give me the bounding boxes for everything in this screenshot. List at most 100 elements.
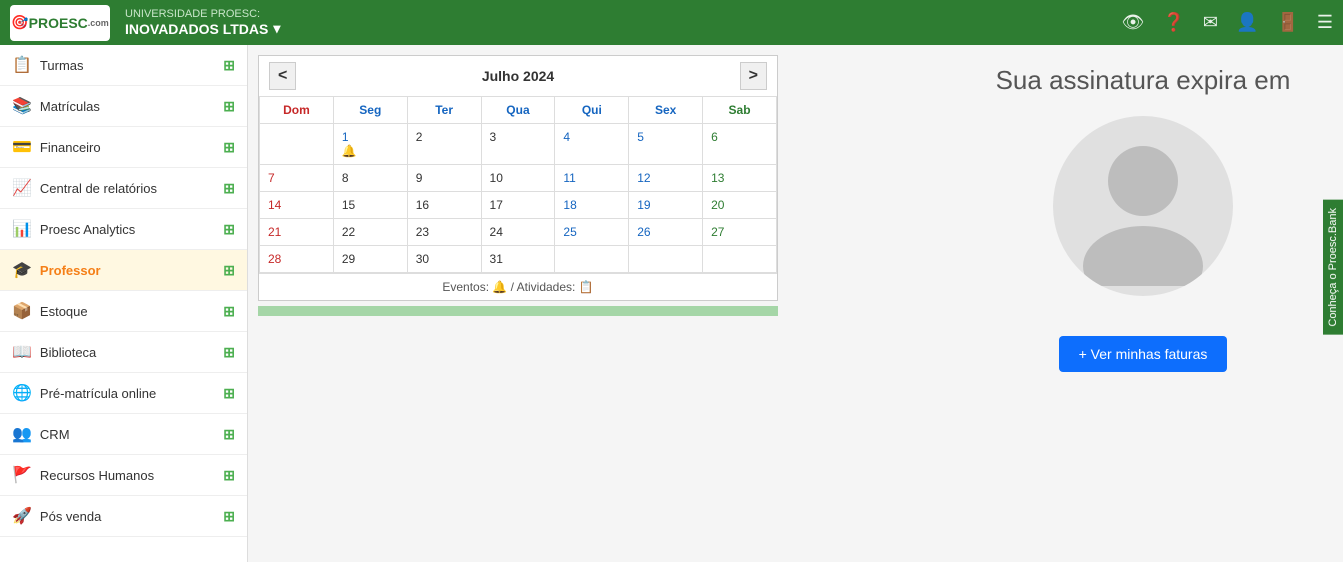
calendar-cell-2-1[interactable]: 15 xyxy=(333,192,407,219)
sidebar-item-pre-matricula[interactable]: 🌐 Pré-matrícula online ⊞ xyxy=(0,373,247,414)
sidebar-item-matriculas[interactable]: 📚 Matrículas ⊞ xyxy=(0,86,247,127)
calendar-week-3: 21222324252627 xyxy=(260,219,777,246)
calendar-cell-1-2[interactable]: 9 xyxy=(407,165,481,192)
calendar-cell-4-0[interactable]: 28 xyxy=(260,246,334,273)
sidebar-item-turmas[interactable]: 📋 Turmas ⊞ xyxy=(0,45,247,86)
calendar-cell-2-6[interactable]: 20 xyxy=(703,192,777,219)
calendar-cell-2-4[interactable]: 18 xyxy=(555,192,629,219)
sidebar-item-estoque[interactable]: 📦 Estoque ⊞ xyxy=(0,291,247,332)
expand-icon-pos-venda[interactable]: ⊞ xyxy=(223,508,235,525)
calendar-cell-4-2[interactable]: 30 xyxy=(407,246,481,273)
expand-icon-professor[interactable]: ⊞ xyxy=(223,262,235,279)
avatar-silhouette xyxy=(1063,126,1223,286)
calendar-cell-3-5[interactable]: 26 xyxy=(629,219,703,246)
calendar-cell-3-3[interactable]: 24 xyxy=(481,219,555,246)
calendar-cell-0-1[interactable]: 1🔔 xyxy=(333,124,407,165)
main-left: < Julho 2024 > Dom Seg Ter Qua Qui Sex S xyxy=(248,45,943,562)
calendar-cell-0-2[interactable]: 2 xyxy=(407,124,481,165)
calendar-cell-1-6[interactable]: 13 xyxy=(703,165,777,192)
main-right: Sua assinatura expira em + Ver minhas fa… xyxy=(943,45,1343,562)
calendar-cell-1-5[interactable]: 12 xyxy=(629,165,703,192)
sidebar-item-label-matriculas: Matrículas xyxy=(40,99,100,114)
calendar-cell-3-6[interactable]: 27 xyxy=(703,219,777,246)
sidebar-item-label-rh: Recursos Humanos xyxy=(40,468,154,483)
calendar-cell-4-1[interactable]: 29 xyxy=(333,246,407,273)
sidebar-icon-pos-venda: 🚀 xyxy=(12,506,32,526)
sidebar-item-left: 📈 Central de relatórios xyxy=(12,178,157,198)
sidebar-item-label-analytics: Proesc Analytics xyxy=(40,222,135,237)
calendar-cell-1-4[interactable]: 11 xyxy=(555,165,629,192)
user-icon[interactable]: 👤 xyxy=(1236,12,1258,33)
help-icon[interactable]: ❓ xyxy=(1163,12,1185,33)
col-qui: Qui xyxy=(555,97,629,124)
expand-icon-turmas[interactable]: ⊞ xyxy=(223,57,235,74)
expand-icon-biblioteca[interactable]: ⊞ xyxy=(223,344,235,361)
calendar-cell-1-3[interactable]: 10 xyxy=(481,165,555,192)
calendar-cell-3-4[interactable]: 25 xyxy=(555,219,629,246)
expand-icon-crm[interactable]: ⊞ xyxy=(223,426,235,443)
expand-icon-analytics[interactable]: ⊞ xyxy=(223,221,235,238)
sidebar-item-label-estoque: Estoque xyxy=(40,304,88,319)
side-promo[interactable]: Conheça o Proesc.Bank xyxy=(1323,200,1343,335)
dropdown-icon: ▾ xyxy=(273,20,280,37)
logo-sub: .com xyxy=(88,18,109,28)
logout-icon[interactable]: 🚪 xyxy=(1276,12,1298,33)
sidebar-item-analytics[interactable]: 📊 Proesc Analytics ⊞ xyxy=(0,209,247,250)
bell-icon: 🔔 xyxy=(342,144,357,158)
calendar-cell-2-3[interactable]: 17 xyxy=(481,192,555,219)
expand-icon-rh[interactable]: ⊞ xyxy=(223,467,235,484)
calendar-cell-2-0[interactable]: 14 xyxy=(260,192,334,219)
calendar-week-4: 28293031 xyxy=(260,246,777,273)
sidebar-item-relatorios[interactable]: 📈 Central de relatórios ⊞ xyxy=(0,168,247,209)
calendar-header: < Julho 2024 > xyxy=(259,56,777,96)
col-seg: Seg xyxy=(333,97,407,124)
topbar-left: 🎯 PROESC .com UNIVERSIDADE PROESC: INOVA… xyxy=(10,5,280,41)
expand-icon-financeiro[interactable]: ⊞ xyxy=(223,139,235,156)
menu-icon[interactable]: ☰ xyxy=(1317,12,1333,33)
col-qua: Qua xyxy=(481,97,555,124)
sidebar-item-financeiro[interactable]: 💳 Financeiro ⊞ xyxy=(0,127,247,168)
sidebar-item-left: 📊 Proesc Analytics xyxy=(12,219,135,239)
calendar-cell-3-1[interactable]: 22 xyxy=(333,219,407,246)
calendar: < Julho 2024 > Dom Seg Ter Qua Qui Sex S xyxy=(258,55,778,301)
sidebar-icon-biblioteca: 📖 xyxy=(12,342,32,362)
sidebar-icon-professor: 🎓 xyxy=(12,260,32,280)
calendar-cell-3-2[interactable]: 23 xyxy=(407,219,481,246)
topbar: 🎯 PROESC .com UNIVERSIDADE PROESC: INOVA… xyxy=(0,0,1343,45)
sidebar-item-left: 📦 Estoque xyxy=(12,301,88,321)
calendar-cell-0-3[interactable]: 3 xyxy=(481,124,555,165)
expand-icon-relatorios[interactable]: ⊞ xyxy=(223,180,235,197)
eye-icon[interactable]: 👁 xyxy=(1122,12,1145,33)
calendar-cell-1-0[interactable]: 7 xyxy=(260,165,334,192)
sidebar-icon-financeiro: 💳 xyxy=(12,137,32,157)
col-ter: Ter xyxy=(407,97,481,124)
expand-icon-pre-matricula[interactable]: ⊞ xyxy=(223,385,235,402)
logo-icon: 🎯 xyxy=(11,14,28,31)
calendar-cell-0-5[interactable]: 5 xyxy=(629,124,703,165)
calendar-cell-1-1[interactable]: 8 xyxy=(333,165,407,192)
ver-faturas-button[interactable]: + Ver minhas faturas xyxy=(1059,336,1228,372)
next-month-button[interactable]: > xyxy=(740,62,767,90)
calendar-cell-0-6[interactable]: 6 xyxy=(703,124,777,165)
institution-name[interactable]: INOVADADOS LTDAS ▾ xyxy=(125,20,280,37)
calendar-cell-4-5 xyxy=(629,246,703,273)
expand-icon-estoque[interactable]: ⊞ xyxy=(223,303,235,320)
calendar-body: 1🔔23456789101112131415161718192021222324… xyxy=(260,124,777,273)
avatar-container xyxy=(1053,116,1233,296)
sidebar-item-professor[interactable]: 🎓 Professor ⊞ xyxy=(0,250,247,291)
calendar-cell-2-5[interactable]: 19 xyxy=(629,192,703,219)
sidebar-item-rh[interactable]: 🚩 Recursos Humanos ⊞ xyxy=(0,455,247,496)
calendar-cell-4-3[interactable]: 31 xyxy=(481,246,555,273)
sidebar-item-pos-venda[interactable]: 🚀 Pós venda ⊞ xyxy=(0,496,247,537)
sidebar-item-crm[interactable]: 👥 CRM ⊞ xyxy=(0,414,247,455)
mail-icon[interactable]: ✉ xyxy=(1203,12,1218,33)
calendar-cell-0-4[interactable]: 4 xyxy=(555,124,629,165)
sidebar-icon-estoque: 📦 xyxy=(12,301,32,321)
sidebar-item-biblioteca[interactable]: 📖 Biblioteca ⊞ xyxy=(0,332,247,373)
expand-icon-matriculas[interactable]: ⊞ xyxy=(223,98,235,115)
calendar-cell-2-2[interactable]: 16 xyxy=(407,192,481,219)
calendar-cell-3-0[interactable]: 21 xyxy=(260,219,334,246)
calendar-header-row: Dom Seg Ter Qua Qui Sex Sab xyxy=(260,97,777,124)
calendar-cell-4-4 xyxy=(555,246,629,273)
prev-month-button[interactable]: < xyxy=(269,62,296,90)
